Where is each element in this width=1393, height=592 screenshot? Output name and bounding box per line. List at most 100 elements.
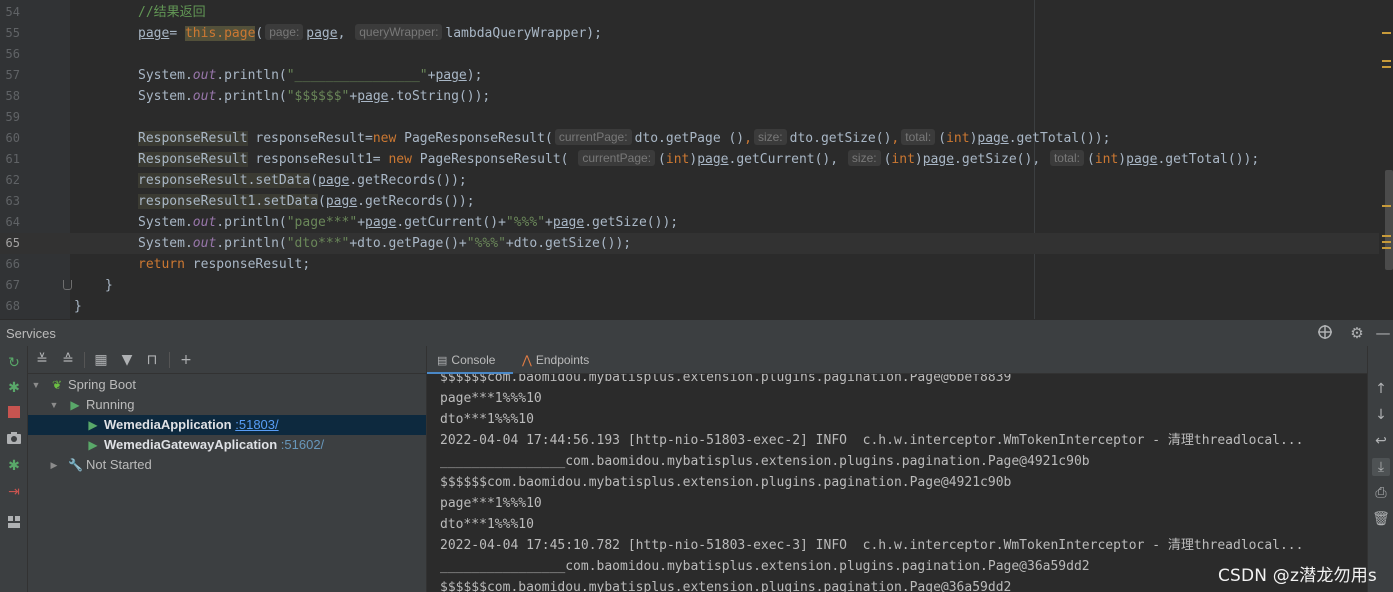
app-name: WemediaApplication (104, 417, 232, 432)
add-icon[interactable]: + (177, 351, 195, 369)
rerun-icon[interactable]: ↻ (5, 354, 23, 372)
fold-marker-icon[interactable] (63, 280, 72, 290)
code-text: System.out.println("dto***"+dto.getPage(… (138, 233, 631, 254)
editor-scroll-thumb[interactable] (1385, 170, 1393, 270)
bug-icon[interactable]: ✱ (5, 457, 23, 475)
code-line[interactable]: 61 ResponseResult responseResult1= new Pa… (0, 149, 1393, 170)
layout-icon[interactable] (5, 515, 23, 533)
code-line[interactable]: 66 return responseResult; (0, 254, 1393, 275)
filter-icon[interactable]: ▼ (118, 351, 136, 369)
debug-icon[interactable]: ✱ (5, 379, 23, 397)
code-editor[interactable]: 54//结果返回 55 page= this.page(page: page, que… (0, 0, 1393, 319)
expand-all-icon[interactable]: ≚ (33, 351, 51, 369)
tree-label: Running (86, 397, 135, 412)
tree-node-not-started[interactable]: ▶ 🔧 Not Started (28, 455, 426, 475)
exit-icon[interactable]: ⇥ (5, 483, 23, 501)
run-icon: ▶ (70, 398, 80, 412)
endpoints-icon: ⋀ (522, 353, 532, 367)
code-token: int (946, 131, 970, 146)
tab-console[interactable]: ▤ Console (437, 346, 495, 374)
trash-icon[interactable]: 🗑 (1372, 510, 1390, 528)
collapse-all-icon[interactable]: ≙ (59, 351, 77, 369)
code-line[interactable]: 60 ResponseResult responseResult=new Page… (0, 128, 1393, 149)
console-line: ________________com.baomidou.mybatisplus… (440, 454, 1090, 469)
chevron-down-icon[interactable]: ▼ (49, 395, 59, 415)
code-token: page (922, 152, 955, 167)
code-line[interactable]: 55 page= this.page(page: page, queryWrappe… (0, 23, 1393, 44)
app-port-link[interactable]: :51803/ (235, 417, 278, 432)
code-text: responseResult.setData(page.getRecords()… (138, 170, 467, 191)
code-token: int (665, 152, 690, 167)
code-token: page (365, 215, 397, 230)
stop-icon[interactable] (5, 405, 23, 423)
code-token: System. (138, 215, 193, 230)
warning-stripe[interactable] (1382, 247, 1391, 249)
tree-node-wemedia-gateway[interactable]: ▶ WemediaGatewayAplication :51602/ (28, 435, 426, 455)
code-line[interactable]: 56 (0, 44, 1393, 65)
run-icon: ▶ (88, 438, 98, 452)
code-token: + (349, 89, 358, 104)
code-token: ( (1086, 152, 1095, 167)
minimize-icon[interactable]: — (1374, 324, 1392, 342)
code-text: } (74, 296, 82, 317)
chevron-down-icon[interactable]: ▼ (31, 375, 41, 395)
line-number: 59 (5, 110, 20, 124)
code-token: out (192, 89, 217, 104)
warning-stripe[interactable] (1382, 205, 1391, 207)
console-line: $$$$$$com.baomidou.mybatisplus.extension… (440, 475, 1012, 490)
code-token: int (891, 152, 915, 167)
code-line[interactable]: 54 //结果返回 (0, 2, 1393, 23)
console-line: dto***1%%%10 (440, 412, 534, 427)
code-line[interactable]: 57 System.out.println("________________"+… (0, 65, 1393, 86)
tab-endpoints[interactable]: ⋀ Endpoints (522, 346, 589, 374)
crosshair-icon[interactable] (1316, 324, 1334, 342)
code-token: page (435, 68, 467, 83)
code-token: .getRecords()); (349, 173, 467, 188)
tree-node-spring-boot[interactable]: ▼ ❦ Spring Boot (28, 375, 426, 395)
scroll-to-end-icon[interactable]: ⤓ (1372, 458, 1390, 476)
code-text: //结果返回 (138, 2, 206, 23)
down-arrow-icon[interactable]: ↓ (1372, 406, 1390, 424)
code-token: .getSize()); (584, 215, 679, 230)
code-line[interactable]: 59 (0, 107, 1393, 128)
code-text: ResponseResult responseResult1= new Page… (138, 149, 1259, 170)
code-line[interactable]: 67} (0, 275, 1393, 296)
warning-stripe[interactable] (1382, 60, 1391, 62)
code-token: responseResult= (247, 131, 373, 146)
chevron-right-icon[interactable]: ▶ (49, 455, 59, 475)
new-tab-icon[interactable]: ⊓ (143, 351, 161, 369)
code-line[interactable]: 64 System.out.println("page***"+page.getC… (0, 212, 1393, 233)
gear-icon[interactable]: ⚙ (1348, 324, 1366, 342)
camera-icon[interactable] (5, 431, 23, 449)
warning-stripe[interactable] (1382, 32, 1391, 34)
parameter-hint: page: (265, 24, 304, 40)
print-icon[interactable]: ⎙ (1372, 484, 1390, 502)
code-line[interactable]: 58 System.out.println("$$$$$$"+page.toStr… (0, 86, 1393, 107)
console-output[interactable]: $$$$$$com.baomidou.mybatisplus.extension… (427, 374, 1368, 592)
app-port-link[interactable]: :51602/ (281, 437, 324, 452)
code-token: .getRecords()); (357, 194, 475, 209)
console-line: dto***1%%%10 (440, 517, 534, 532)
warning-stripe[interactable] (1382, 235, 1391, 237)
parameter-hint: size: (847, 150, 881, 166)
code-token: "$$$$$$" (286, 89, 350, 104)
tree-node-wemedia-application[interactable]: ▶ WemediaApplication :51803/ (28, 415, 426, 435)
editor-scrollbar[interactable] (1379, 0, 1393, 319)
up-arrow-icon[interactable]: ↑ (1372, 380, 1390, 398)
code-token: ); (466, 68, 483, 83)
warning-stripe[interactable] (1382, 66, 1391, 68)
code-token: this.page (184, 26, 256, 41)
code-line[interactable]: 62 responseResult.setData(page.getRecords… (0, 170, 1393, 191)
code-line[interactable]: 63 responseResult1.setData(page.getRecord… (0, 191, 1393, 212)
warning-stripe[interactable] (1382, 241, 1391, 243)
code-token: "dto***" (286, 236, 350, 251)
services-header: Services ⚙ — (0, 319, 1393, 346)
code-token: responseResult1.setData (138, 194, 319, 209)
soft-wrap-icon[interactable]: ↩ (1372, 432, 1390, 450)
group-icon[interactable]: ▦ (92, 351, 110, 369)
tree-node-running[interactable]: ▼ ▶ Running (28, 395, 426, 415)
code-line[interactable]: 65 System.out.println("dto***"+dto.getPag… (0, 233, 1393, 254)
code-token: "%%%" (505, 215, 546, 230)
code-line[interactable]: 68} (0, 296, 1393, 317)
code-token: ( (255, 26, 264, 41)
